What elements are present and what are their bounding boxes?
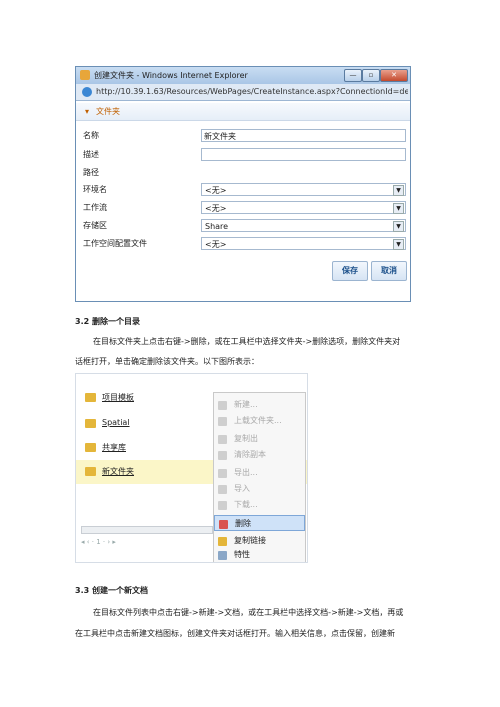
select-value: Share [205, 222, 229, 231]
paragraph-line: 在目标文件列表中点击右键->新建->文档，或在工具栏中选择文档->新建->文档，… [93, 608, 404, 617]
menu-item-download[interactable]: 下载... [214, 497, 305, 513]
menu-label: 删除 [235, 519, 251, 528]
folder-icon [80, 70, 90, 80]
new-icon [218, 401, 227, 410]
section-heading: 3.3 创建一个新文档 [75, 586, 148, 595]
chevron-down-icon[interactable]: ▼ [393, 185, 404, 196]
menu-label: 特性 [234, 550, 250, 559]
menu-label: 清除副本 [234, 450, 266, 459]
folder-name[interactable]: 共享库 [102, 442, 126, 453]
field-label: 存储区 [83, 221, 107, 230]
section-header[interactable]: ▾ 文件夹 [76, 103, 410, 121]
chevron-down-icon[interactable]: ▼ [393, 239, 404, 250]
workspace-config-select[interactable]: <无> ▼ [201, 237, 406, 250]
menu-item-import[interactable]: 导入 [214, 481, 305, 497]
menu-label: 复制出 [234, 434, 258, 443]
horizontal-scrollbar[interactable] [81, 526, 213, 534]
menu-item-export[interactable]: 导出... [214, 465, 305, 481]
field-label: 工作流 [83, 203, 107, 212]
description-input[interactable] [201, 148, 406, 161]
menu-label: 新建... [234, 400, 258, 409]
import-icon [218, 485, 227, 494]
environment-select[interactable]: <无> ▼ [201, 183, 406, 196]
menu-item-new[interactable]: 新建... [214, 397, 305, 413]
field-label: 环境名 [83, 185, 107, 194]
select-value: <无> [205, 186, 227, 195]
folder-icon [85, 467, 96, 476]
link-icon [218, 537, 227, 546]
explorer-screenshot: 项目模板 Spatial 共享库 新文件夹 ◂ ‹ · 1 · › ▸ 新建..… [75, 373, 308, 563]
menu-item-properties[interactable]: 特性 [214, 547, 305, 562]
select-value: <无> [205, 240, 227, 249]
close-button[interactable]: ✕ [380, 69, 408, 82]
field-label: 工作空间配置文件 [83, 239, 147, 248]
checkout-icon [218, 435, 227, 444]
menu-label: 下载... [234, 500, 258, 509]
storage-select[interactable]: Share ▼ [201, 219, 406, 232]
menu-label: 导入 [234, 484, 250, 493]
menu-item-clear-copy[interactable]: 清除副本 [214, 447, 305, 463]
ie-icon [82, 87, 92, 97]
folder-name[interactable]: Spatial [102, 418, 130, 427]
folder-icon [85, 419, 96, 428]
save-button[interactable]: 保存 [332, 261, 368, 281]
paragraph-line: 在目标文件夹上点击右键->删除，或在工具栏中选择文件夹->删除选项，删除文件夹对 [93, 337, 401, 346]
select-value: <无> [205, 204, 227, 213]
field-label: 描述 [83, 150, 99, 159]
folder-icon [85, 393, 96, 402]
export-icon [218, 469, 227, 478]
section-heading: 3.2 删除一个目录 [75, 317, 140, 326]
menu-item-checkout[interactable]: 复制出 [214, 431, 305, 447]
collapse-arrow-icon: ▾ [85, 107, 90, 116]
address-bar[interactable]: http://10.39.1.63/Resources/WebPages/Cre… [76, 84, 410, 101]
ie-window: 创建文件夹 - Windows Internet Explorer — ▫ ✕ … [75, 66, 411, 302]
section-title: 文件夹 [96, 107, 120, 116]
folder-name[interactable]: 项目模板 [102, 392, 134, 403]
title-bar: 创建文件夹 - Windows Internet Explorer — ▫ ✕ [76, 67, 410, 84]
field-label: 路径 [83, 168, 99, 177]
upload-icon [218, 417, 227, 426]
context-menu: 新建... 上载文件夹... 复制出 清除副本 导出... 导入 下载... 删… [213, 392, 306, 562]
url-text: http://10.39.1.63/Resources/WebPages/Cre… [96, 87, 408, 96]
name-input[interactable]: 新文件夹 [201, 129, 406, 142]
menu-label: 导出... [234, 468, 258, 477]
menu-item-upload[interactable]: 上载文件夹... [214, 413, 305, 429]
clear-icon [218, 451, 227, 460]
paragraph-line: 话框打开，单击确定删除该文件夹。以下图所表示： [75, 357, 259, 366]
menu-label: 上载文件夹... [234, 416, 282, 425]
folder-name[interactable]: 新文件夹 [102, 466, 134, 477]
workflow-select[interactable]: <无> ▼ [201, 201, 406, 214]
pager: ◂ ‹ · 1 · › ▸ [81, 538, 116, 546]
menu-item-delete[interactable]: 删除 [214, 515, 305, 531]
field-label: 名称 [83, 131, 99, 140]
paragraph-line: 在工具栏中点击新建文档图标，创建文件夹对话框打开。输入相关信息，点击保留，创建新 [75, 629, 395, 638]
chevron-down-icon[interactable]: ▼ [393, 221, 404, 232]
delete-icon [219, 520, 228, 529]
maximize-button[interactable]: ▫ [362, 69, 380, 82]
minimize-button[interactable]: — [344, 69, 362, 82]
cancel-button[interactable]: 取消 [371, 261, 407, 281]
download-icon [218, 501, 227, 510]
window-title: 创建文件夹 - Windows Internet Explorer [94, 71, 248, 80]
chevron-down-icon[interactable]: ▼ [393, 203, 404, 214]
folder-icon [85, 443, 96, 452]
properties-icon [218, 551, 227, 560]
